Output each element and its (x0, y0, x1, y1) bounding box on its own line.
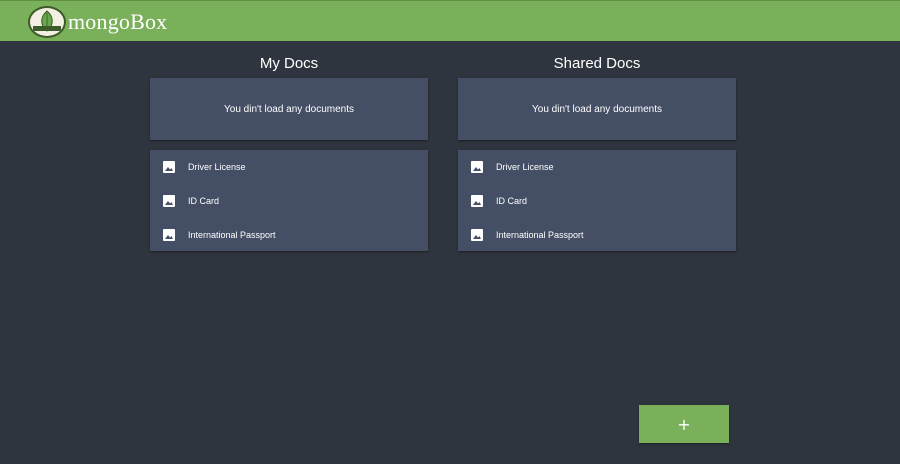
shared-docs-item-driver-license[interactable]: Driver License (458, 150, 736, 184)
shared-docs-column: Shared Docs You din't load any documents… (458, 52, 736, 251)
shared-docs-empty-message: You din't load any documents (532, 103, 662, 115)
my-docs-list: Driver License ID Card International Pas… (150, 150, 428, 251)
my-docs-item-driver-license[interactable]: Driver License (150, 150, 428, 184)
top-app-bar: mongoBox (0, 0, 900, 41)
list-item-label: Driver License (496, 162, 554, 172)
list-item-label: Driver License (188, 162, 246, 172)
shared-docs-empty-card: You din't load any documents (458, 78, 736, 140)
list-item-label: ID Card (496, 196, 528, 206)
shared-docs-item-id-card[interactable]: ID Card (458, 184, 736, 218)
my-docs-column: My Docs You din't load any documents Dri… (150, 52, 428, 251)
image-icon (471, 229, 483, 241)
list-item-label: International Passport (496, 230, 584, 240)
brand-name[interactable]: mongoBox (68, 9, 167, 35)
my-docs-empty-message: You din't load any documents (224, 103, 354, 115)
leaf-logo-icon[interactable] (28, 6, 66, 38)
image-icon (471, 161, 483, 173)
image-icon (471, 195, 483, 207)
shared-docs-item-international-passport[interactable]: International Passport (458, 218, 736, 252)
shared-docs-list: Driver License ID Card International Pas… (458, 150, 736, 251)
list-item-label: International Passport (188, 230, 276, 240)
image-icon (163, 195, 175, 207)
my-docs-title: My Docs (259, 55, 319, 72)
image-icon (163, 229, 175, 241)
plus-icon: + (677, 414, 691, 434)
my-docs-item-international-passport[interactable]: International Passport (150, 218, 428, 252)
shared-docs-title: Shared Docs (553, 55, 641, 72)
list-item-label: ID Card (188, 196, 220, 206)
image-icon (163, 161, 175, 173)
my-docs-empty-card: You din't load any documents (150, 78, 428, 140)
my-docs-item-id-card[interactable]: ID Card (150, 184, 428, 218)
add-document-button[interactable]: + (639, 405, 729, 443)
